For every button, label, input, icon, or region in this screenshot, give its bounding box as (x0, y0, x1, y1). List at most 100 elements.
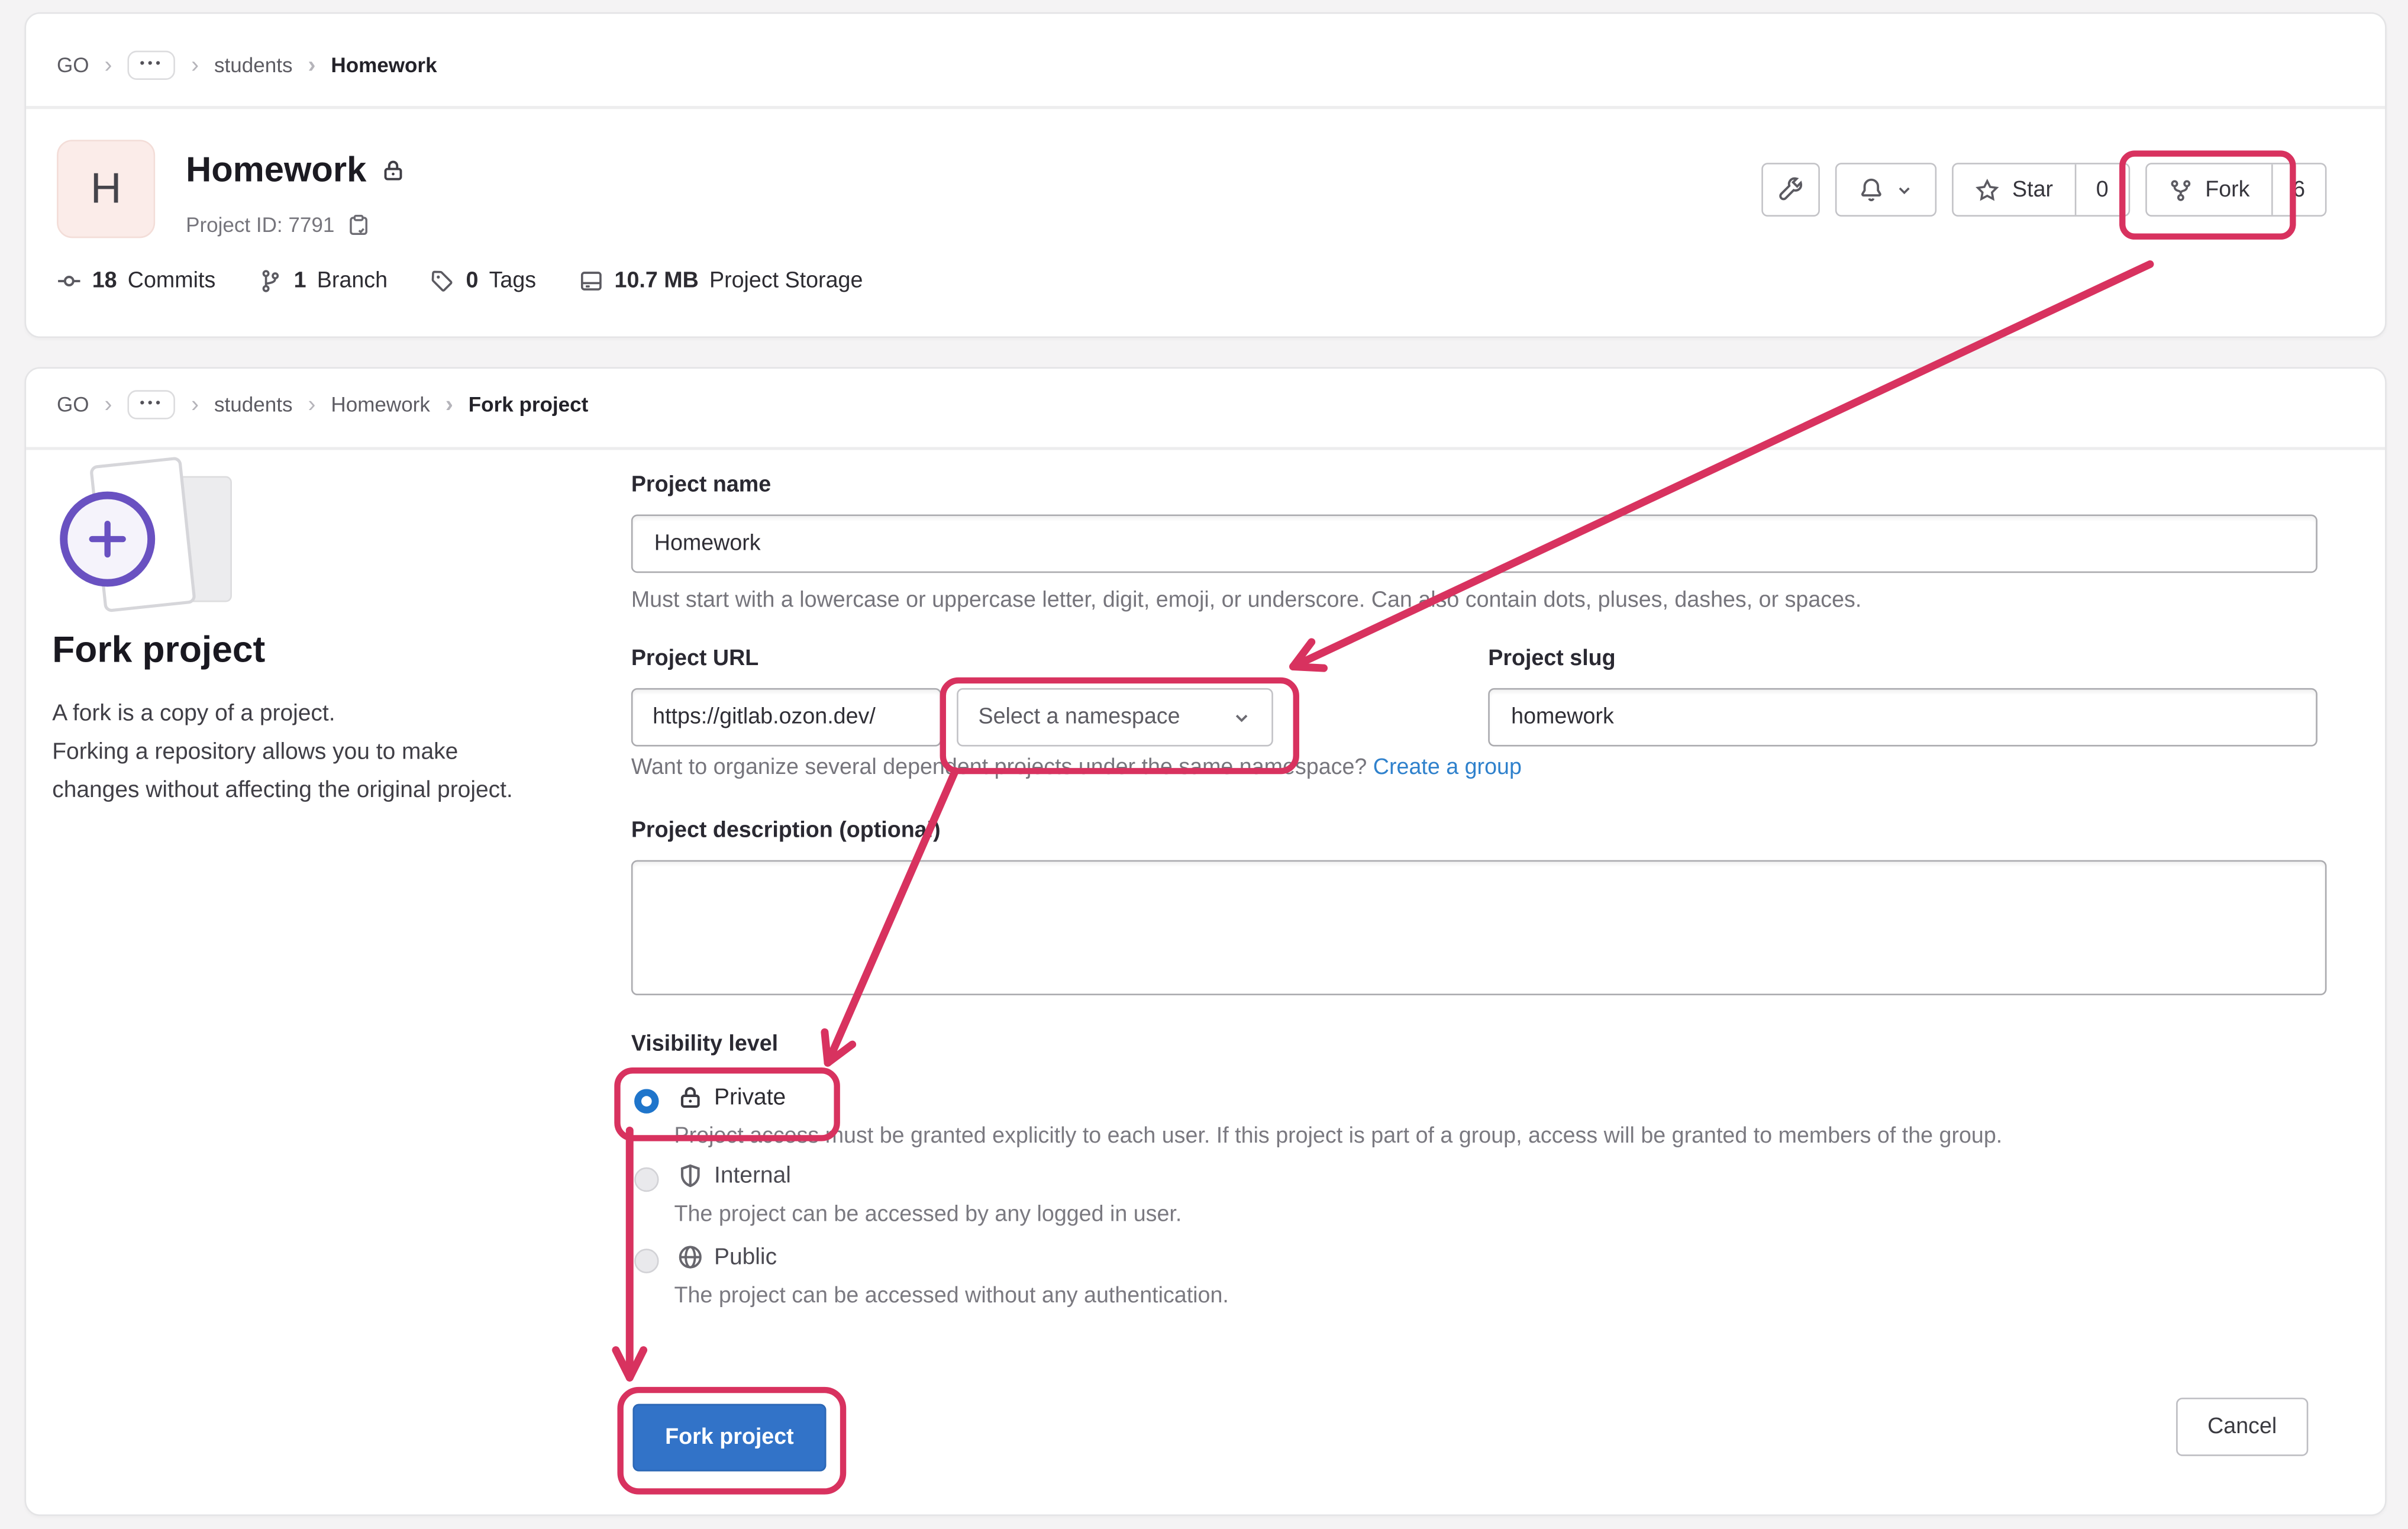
viewport: GO ••• students Homework H Homework Proj… (0, 0, 2408, 1529)
visibility-private-radio[interactable] (634, 1089, 659, 1114)
visibility-internal-description: The project can be accessed by any logge… (674, 1202, 1182, 1227)
stat-branches-value: 1 (294, 269, 306, 293)
project-actions: Star 0 Fork 6 (1762, 163, 2327, 217)
stat-commits[interactable]: 18 Commits (57, 269, 215, 293)
breadcrumb-group-label: GO (57, 393, 89, 416)
project-stats: 18 Commits 1 Branch 0 Tags 10.7 MB Proje… (57, 269, 863, 293)
fork-header-divider (26, 447, 2385, 450)
copy-id-icon[interactable] (347, 214, 370, 237)
project-id-label: Project ID: 7791 (186, 214, 334, 237)
fork-button-group: Fork 6 (2145, 163, 2326, 217)
stat-storage[interactable]: 10.7 MB Project Storage (579, 269, 863, 293)
fork-illustration (57, 458, 256, 627)
project-id-row: Project ID: 7791 (186, 214, 370, 237)
visibility-public-radio[interactable] (634, 1249, 659, 1273)
star-button-label: Star (2012, 178, 2053, 202)
lock-icon (380, 157, 405, 182)
namespace-help: Want to organize several dependent proje… (631, 756, 1522, 780)
visibility-internal-option[interactable]: Internal (677, 1163, 791, 1189)
lock-icon (677, 1085, 703, 1111)
project-url-label: Project URL (631, 647, 758, 672)
fork-page-heading: Fork project (52, 630, 265, 673)
fork-breadcrumb: GO ••• students Homework Fork project (57, 390, 588, 419)
star-count[interactable]: 0 (2074, 164, 2128, 215)
fork-desc-line2: Forking a repository allows you to make … (52, 739, 513, 804)
breadcrumb-students[interactable]: students (176, 52, 292, 78)
namespace-dropdown[interactable]: Select a namespace (957, 688, 1273, 747)
admin-wrench-button[interactable] (1762, 163, 1820, 217)
project-name-label: Project name (631, 473, 771, 498)
star-button[interactable]: Star (1954, 164, 2074, 215)
breadcrumb-project[interactable]: Homework (293, 52, 437, 78)
breadcrumb-students-label: students (214, 54, 293, 77)
tag-icon (431, 269, 456, 293)
cancel-button[interactable]: Cancel (2176, 1398, 2308, 1456)
project-title-row: Homework (186, 149, 405, 191)
plus-circle-icon (60, 492, 155, 587)
breadcrumb-fork-project-label: Fork project (469, 393, 589, 416)
project-title: Homework (186, 149, 366, 191)
breadcrumb-project-label: Homework (331, 54, 437, 77)
star-button-group: Star 0 (1952, 163, 2130, 217)
fork-count[interactable]: 6 (2271, 164, 2325, 215)
breadcrumb-group-label: GO (57, 54, 89, 77)
stat-commits-value: 18 (92, 269, 117, 293)
stat-commits-label: Commits (128, 269, 215, 293)
avatar-letter: H (91, 164, 122, 214)
visibility-internal-radio[interactable] (634, 1167, 659, 1192)
star-count-value: 0 (2096, 178, 2109, 202)
breadcrumb-group[interactable]: GO (57, 393, 89, 416)
stat-tags[interactable]: 0 Tags (431, 269, 536, 293)
stat-branches-label: Branch (317, 269, 388, 293)
globe-icon (677, 1244, 703, 1270)
cancel-button-label: Cancel (2207, 1415, 2277, 1440)
namespace-dropdown-value: Select a namespace (978, 705, 1180, 730)
fork-page-description: A fork is a copy of a project. Forking a… (52, 694, 534, 810)
visibility-public-label: Public (714, 1244, 777, 1270)
breadcrumb-ellipsis[interactable]: ••• (89, 390, 176, 419)
project-description-label: Project description (optional) (631, 819, 941, 844)
breadcrumb-homework[interactable]: Homework (293, 392, 430, 418)
commits-icon (57, 269, 82, 293)
notifications-button[interactable] (1836, 163, 1937, 217)
project-url-base-text: https://gitlab.ozon.dev/ (653, 705, 876, 730)
breadcrumb-fork-project: Fork project (430, 392, 588, 418)
breadcrumb-students-label: students (214, 393, 293, 416)
visibility-private-option[interactable]: Private (677, 1085, 786, 1111)
fork-project-card: GO ••• students Homework Fork project Fo… (25, 367, 2387, 1516)
visibility-public-description: The project can be accessed without any … (674, 1284, 1229, 1309)
project-header-card: GO ••• students Homework H Homework Proj… (25, 12, 2387, 338)
breadcrumb: GO ••• students Homework (57, 51, 437, 80)
visibility-private-description: Project access must be granted explicitl… (674, 1124, 2003, 1149)
stat-tags-label: Tags (489, 269, 537, 293)
fork-project-submit-label: Fork project (665, 1425, 794, 1450)
wrench-icon (1778, 177, 1804, 203)
breadcrumb-group[interactable]: GO (57, 54, 89, 77)
shield-icon (677, 1163, 703, 1189)
header-divider (26, 106, 2385, 109)
create-group-link[interactable]: Create a group (1373, 756, 1522, 780)
ellipsis-icon: ••• (127, 51, 176, 80)
visibility-internal-label: Internal (714, 1163, 791, 1189)
bell-icon (1858, 177, 1884, 203)
ellipsis-icon: ••• (127, 390, 176, 419)
breadcrumb-ellipsis[interactable]: ••• (89, 51, 176, 80)
stat-branches[interactable]: 1 Branch (259, 269, 388, 293)
fork-button[interactable]: Fork (2147, 164, 2271, 215)
stat-tags-value: 0 (466, 269, 478, 293)
breadcrumb-students[interactable]: students (176, 392, 292, 418)
project-description-input[interactable] (631, 860, 2327, 995)
chevron-down-icon (1896, 180, 1914, 199)
stat-storage-value: 10.7 MB (615, 269, 699, 293)
storage-disk-icon (579, 269, 604, 293)
project-slug-input[interactable] (1488, 688, 2317, 747)
gitlab-fork-screen: GO ••• students Homework H Homework Proj… (0, 0, 2408, 1529)
project-name-input[interactable] (631, 515, 2317, 573)
namespace-help-text: Want to organize several dependent proje… (631, 756, 1367, 780)
visibility-public-option[interactable]: Public (677, 1244, 777, 1270)
fork-project-submit-button[interactable]: Fork project (632, 1404, 826, 1471)
project-url-base: https://gitlab.ozon.dev/ (631, 688, 941, 747)
project-name-help: Must start with a lowercase or uppercase… (631, 588, 1861, 613)
branch-icon (259, 269, 283, 293)
star-icon (1976, 178, 2000, 202)
